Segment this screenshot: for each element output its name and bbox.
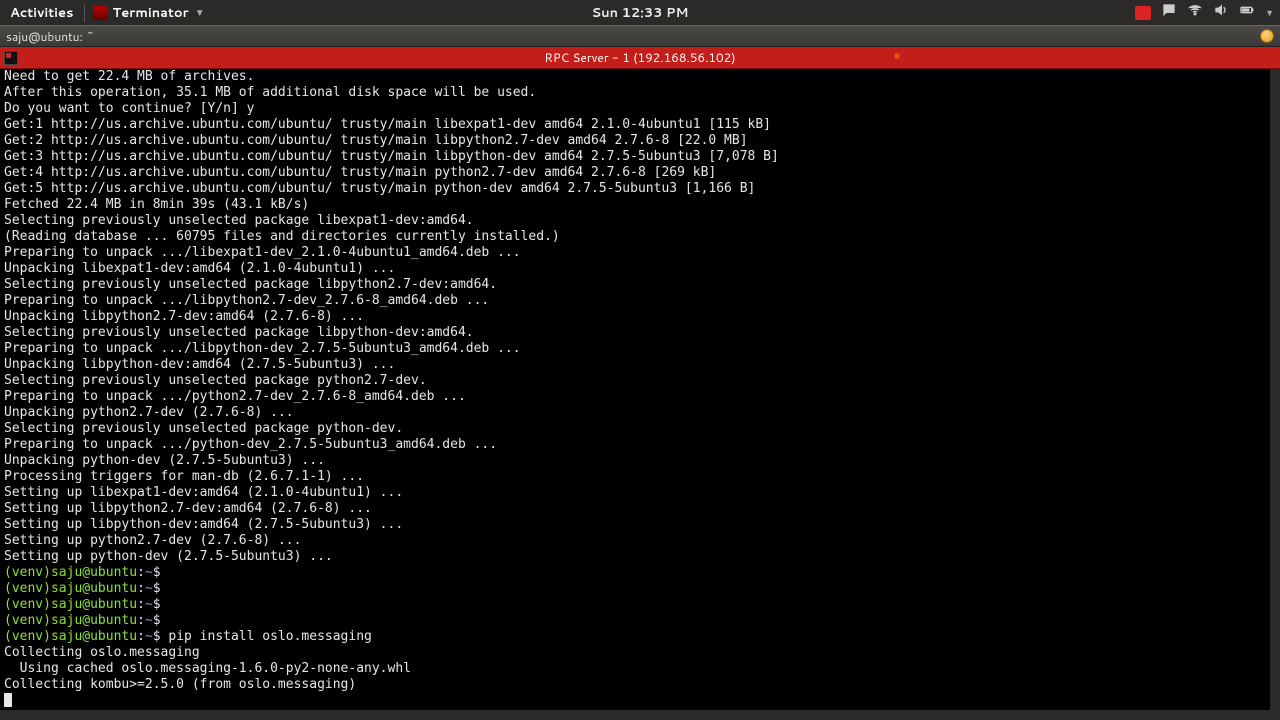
app-name-label: Terminator	[113, 4, 189, 22]
activity-indicator-icon	[894, 53, 900, 59]
activities-button[interactable]: Activities	[0, 4, 84, 22]
terminal-tab-title: RPC Server - 1 (192.168.56.102)	[544, 49, 735, 66]
wifi-icon[interactable]	[1187, 2, 1203, 23]
gnome-topbar: Activities Terminator ▼ Sun 12:33 PM ▼	[0, 0, 1280, 25]
clock-label[interactable]: Sun 12:33 PM	[591, 4, 688, 22]
terminal-output[interactable]: Need to get 22.4 MB of archives. After t…	[0, 69, 1280, 720]
system-tray: ▼	[1135, 2, 1280, 23]
terminator-split-icon[interactable]	[4, 51, 18, 65]
window-title: saju@ubuntu: ~	[6, 28, 94, 45]
terminator-tab-bar[interactable]: RPC Server - 1 (192.168.56.102)	[0, 47, 1280, 69]
screen-record-icon[interactable]	[1135, 6, 1151, 20]
terminal-cursor	[4, 693, 12, 707]
battery-icon[interactable]	[1239, 2, 1255, 23]
terminator-app-icon	[93, 6, 107, 20]
app-menu[interactable]: Terminator ▼	[84, 4, 213, 22]
system-menu-chevron-icon[interactable]: ▼	[1265, 6, 1274, 19]
volume-icon[interactable]	[1213, 2, 1229, 23]
window-close-button[interactable]	[1260, 29, 1274, 43]
chat-icon[interactable]	[1161, 2, 1177, 23]
window-titlebar[interactable]: saju@ubuntu: ~	[0, 25, 1280, 47]
chevron-down-icon: ▼	[195, 6, 205, 20]
